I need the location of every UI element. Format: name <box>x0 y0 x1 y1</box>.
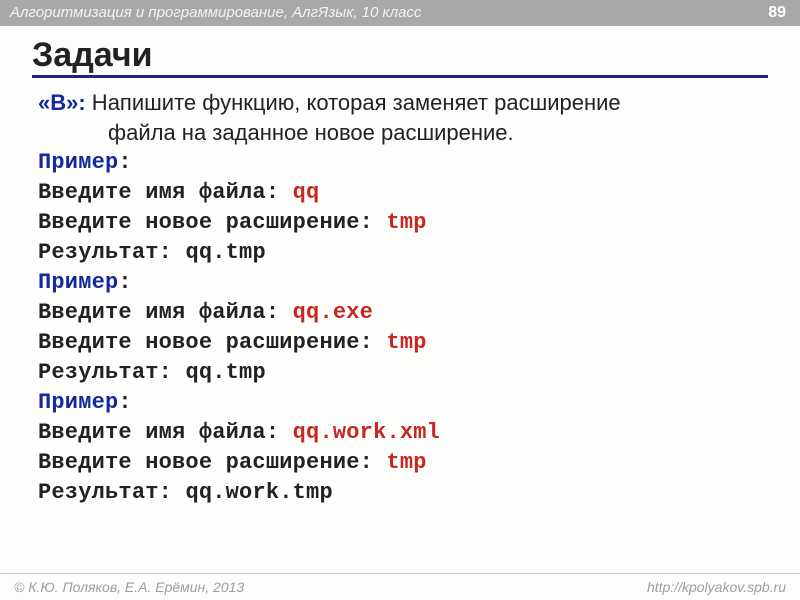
footer-url: http://kpolyakov.spb.ru <box>647 574 786 600</box>
value-filename: qq.work.xml <box>293 420 440 445</box>
example-1-header: Пример: <box>38 148 762 178</box>
example-label: Пример <box>38 150 118 175</box>
result-value: qq.tmp <box>185 240 265 265</box>
slide: Алгоритмизация и программирование, АлгЯз… <box>0 0 800 600</box>
task-text-1: Напишите функцию, которая заменяет расши… <box>86 90 621 115</box>
result-value: qq.tmp <box>185 360 265 385</box>
copyright: © К.Ю. Поляков, Е.А. Ерёмин, 2013 <box>14 579 244 595</box>
prompt-ext: Введите новое расширение: <box>38 330 386 355</box>
value-ext: tmp <box>386 450 426 475</box>
page-number: 89 <box>768 0 786 26</box>
result-value: qq.work.tmp <box>185 480 332 505</box>
example-2-input-name: Введите имя файла: qq.exe <box>38 298 762 328</box>
example-2-result: Результат: qq.tmp <box>38 358 762 388</box>
value-filename: qq <box>293 180 320 205</box>
result-label: Результат: <box>38 360 185 385</box>
example-3-result: Результат: qq.work.tmp <box>38 478 762 508</box>
example-label: Пример <box>38 270 118 295</box>
prompt-ext: Введите новое расширение: <box>38 450 386 475</box>
example-1-result: Результат: qq.tmp <box>38 238 762 268</box>
example-2-header: Пример: <box>38 268 762 298</box>
result-label: Результат: <box>38 240 185 265</box>
value-ext: tmp <box>386 210 426 235</box>
value-ext: tmp <box>386 330 426 355</box>
result-label: Результат: <box>38 480 185 505</box>
prompt-filename: Введите имя файла: <box>38 300 293 325</box>
colon: : <box>118 150 131 175</box>
example-3-header: Пример: <box>38 388 762 418</box>
slide-body: «B»: Напишите функцию, которая заменяет … <box>38 88 762 508</box>
task-description-line2: файла на заданное новое расширение. <box>38 118 762 148</box>
course-title: Алгоритмизация и программирование, АлгЯз… <box>10 4 421 21</box>
value-filename: qq.exe <box>293 300 373 325</box>
example-3-input-ext: Введите новое расширение: tmp <box>38 448 762 478</box>
example-1-input-ext: Введите новое расширение: tmp <box>38 208 762 238</box>
slide-header: Алгоритмизация и программирование, АлгЯз… <box>0 0 800 26</box>
example-3-input-name: Введите имя файла: qq.work.xml <box>38 418 762 448</box>
example-2-input-ext: Введите новое расширение: tmp <box>38 328 762 358</box>
title-underline <box>32 75 768 78</box>
colon: : <box>118 390 131 415</box>
prompt-filename: Введите имя файла: <box>38 420 293 445</box>
task-level-label: «B»: <box>38 90 86 115</box>
prompt-ext: Введите новое расширение: <box>38 210 386 235</box>
title-block: Задачи <box>32 36 768 78</box>
example-1-input-name: Введите имя файла: qq <box>38 178 762 208</box>
example-label: Пример <box>38 390 118 415</box>
prompt-filename: Введите имя файла: <box>38 180 293 205</box>
task-description-line1: «B»: Напишите функцию, которая заменяет … <box>38 88 762 118</box>
colon: : <box>118 270 131 295</box>
page-title: Задачи <box>32 36 768 77</box>
slide-footer: © К.Ю. Поляков, Е.А. Ерёмин, 2013 http:/… <box>0 573 800 600</box>
